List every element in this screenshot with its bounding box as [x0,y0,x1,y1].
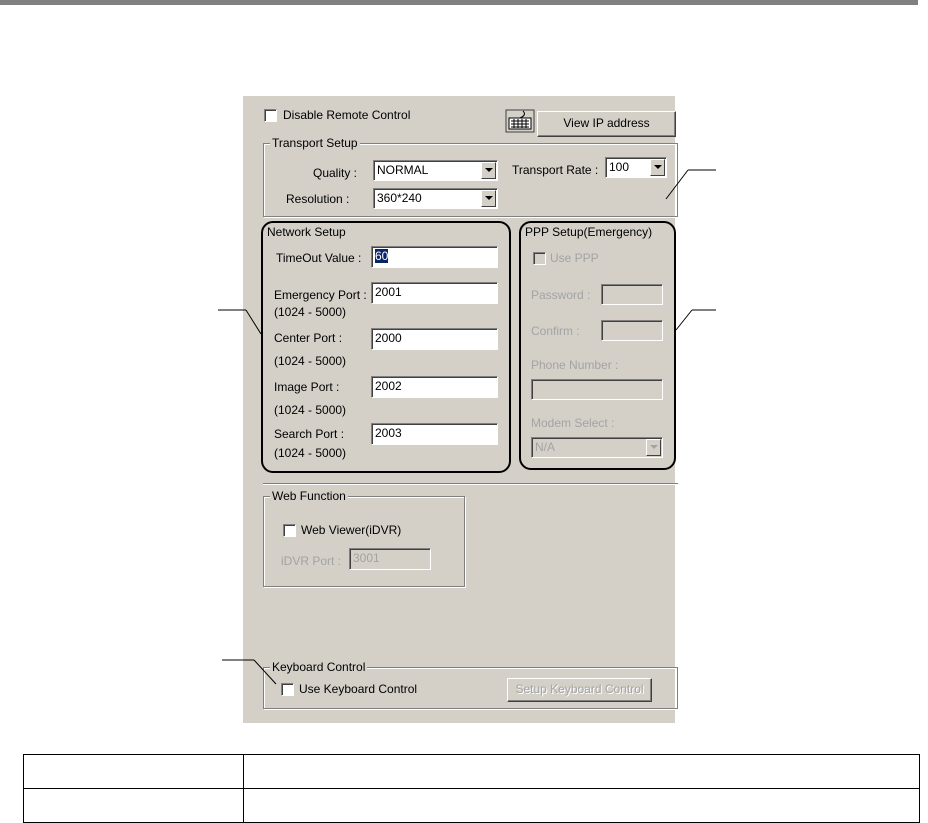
table-cell [23,788,244,823]
table-row [23,754,920,789]
description-table [23,754,920,823]
callout-transport [665,169,689,200]
callout-lines [218,169,716,685]
callout-keyboard [253,659,277,685]
table-row [23,788,920,823]
table-cell [243,788,920,823]
table-cell [23,754,244,789]
callout-ppp [675,309,693,331]
callout-network [245,309,262,335]
table-cell [243,754,920,789]
